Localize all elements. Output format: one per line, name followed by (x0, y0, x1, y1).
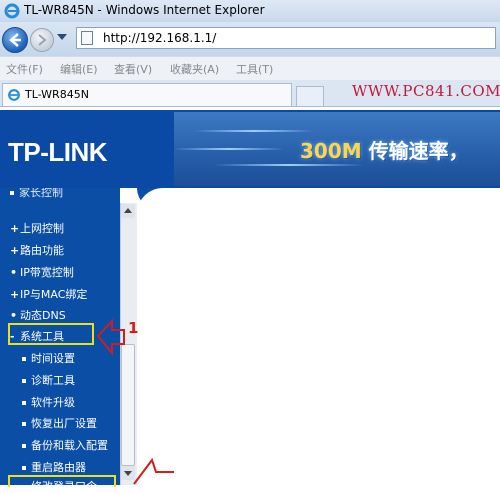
page-icon (81, 31, 93, 45)
bullet-icon: • (10, 266, 18, 279)
forward-button[interactable] (30, 28, 54, 52)
bullet-icon (22, 357, 26, 361)
sidebar-item-ddns[interactable]: • 动态DNS (10, 307, 66, 323)
tp-link-logo: TP-LINK (8, 137, 108, 167)
sidebar-subitem-backup-restore[interactable]: 备份和载入配置 (22, 437, 108, 453)
scrollbar-thumb[interactable] (121, 344, 135, 466)
main-content (137, 188, 500, 485)
content-panel-top (137, 188, 500, 218)
sidebar-subitem-time-settings[interactable]: 时间设置 (22, 350, 75, 366)
menu-tools[interactable]: 工具(T) (236, 61, 273, 77)
address-bar[interactable]: http://192.168.1.1/ (76, 27, 496, 49)
bullet-icon (22, 422, 26, 426)
back-arrow-icon (9, 33, 21, 47)
highlight-box-change-password (8, 475, 116, 487)
expand-icon: + (10, 288, 20, 301)
expand-icon: + (10, 222, 20, 235)
bullet-icon (10, 191, 14, 195)
sidebar-item-ip-mac-binding[interactable]: +IP与MAC绑定 (10, 286, 87, 302)
light-streak (174, 148, 284, 150)
light-streak (214, 164, 364, 166)
light-streak (194, 130, 314, 132)
sidebar-item-bandwidth[interactable]: • IP带宽控制 (10, 264, 74, 280)
tab-ie-icon (8, 89, 20, 101)
ie-logo-icon (4, 3, 20, 19)
annotation-arrow-2-icon (133, 457, 174, 485)
window-title: TL-WR845N - Windows Internet Explorer (24, 3, 265, 17)
banner-slogan: 300M 传输速率， (300, 135, 469, 164)
annotation-number: 1 (128, 319, 139, 337)
slogan-text: 传输速率， (368, 139, 469, 163)
history-dropdown-icon[interactable] (57, 34, 67, 40)
forward-arrow-icon (38, 34, 47, 46)
back-button[interactable] (2, 27, 28, 53)
bullet-icon (22, 466, 26, 470)
address-url: http://192.168.1.1/ (103, 31, 217, 45)
menu-file[interactable]: 文件(F) (6, 61, 43, 77)
sidebar-item-parental-control[interactable]: 家长控制 (10, 188, 63, 200)
menu-view[interactable]: 查看(V) (114, 61, 152, 77)
sidebar-item-access-control[interactable]: +上网控制 (10, 220, 64, 236)
sidebar-subitem-factory-reset[interactable]: 恢复出厂设置 (22, 415, 97, 431)
bullet-icon: • (10, 309, 18, 322)
new-tab-button[interactable] (296, 86, 324, 106)
menu-edit[interactable]: 编辑(E) (60, 61, 98, 77)
tab-title: TL-WR845N (25, 88, 89, 101)
highlight-box-system-tools (8, 323, 94, 345)
watermark-text: WWW.PC841.COM (352, 82, 500, 100)
bullet-icon (22, 444, 26, 448)
sidebar-subitem-firmware-upgrade[interactable]: 软件升级 (22, 394, 75, 410)
expand-icon: + (10, 244, 20, 257)
annotation-arrow-icon (96, 318, 125, 356)
sidebar-subitem-diagnostics[interactable]: 诊断工具 (22, 372, 75, 388)
menu-favorites[interactable]: 收藏夹(A) (170, 61, 219, 77)
tab-router[interactable]: TL-WR845N (2, 83, 292, 106)
bullet-icon (22, 379, 26, 383)
sidebar-subitem-reboot[interactable]: 重启路由器 (22, 459, 86, 475)
sidebar-item-routing[interactable]: +路由功能 (10, 242, 64, 258)
slogan-number: 300M (300, 139, 362, 163)
bullet-icon (22, 401, 26, 405)
scroll-up-icon[interactable] (121, 204, 135, 218)
window-title-bar: TL-WR845N - Windows Internet Explorer (0, 0, 500, 22)
